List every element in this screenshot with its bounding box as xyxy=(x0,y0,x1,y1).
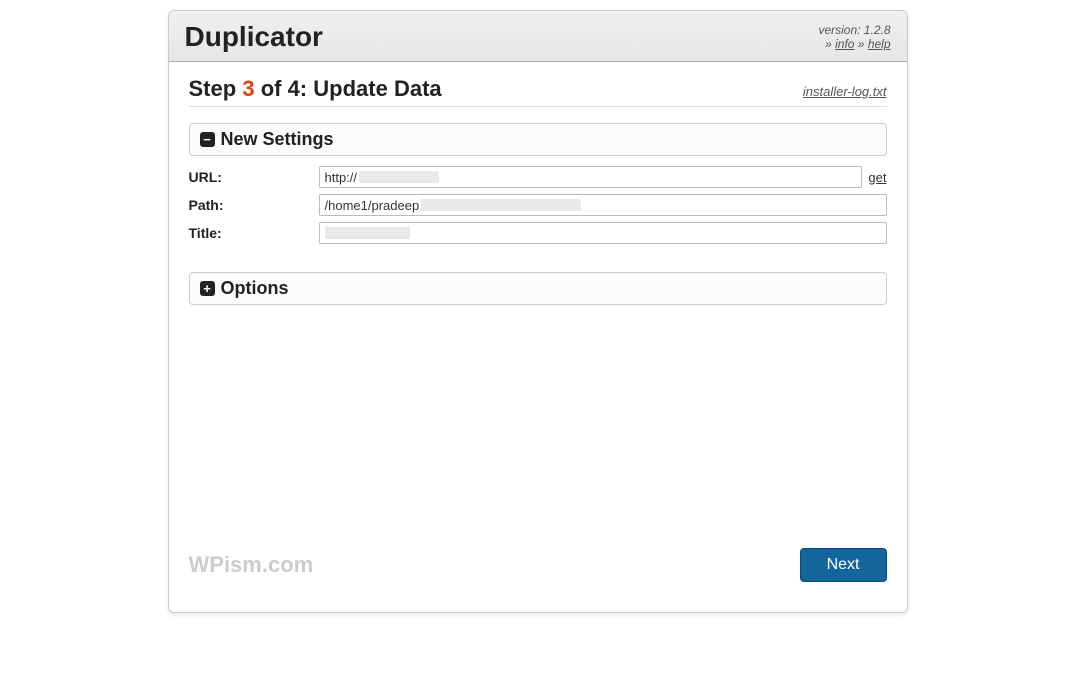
installer-container: Duplicator version: 1.2.8 » info » help … xyxy=(168,10,908,613)
installer-log-link[interactable]: installer-log.txt xyxy=(803,84,887,99)
content: Step 3 of 4: Update Data installer-log.t… xyxy=(169,62,907,612)
options-title: Options xyxy=(221,278,289,299)
version-label: version: 1.2.8 xyxy=(818,23,890,37)
new-settings-title: New Settings xyxy=(221,129,334,150)
path-redacted xyxy=(421,199,581,211)
header: Duplicator version: 1.2.8 » info » help xyxy=(169,11,907,62)
url-redacted xyxy=(359,171,439,183)
path-input[interactable]: /home1/pradeep xyxy=(319,194,887,216)
step-prefix: Step xyxy=(189,76,237,101)
footer: WPism.com Next xyxy=(189,548,887,582)
title-row: Title: xyxy=(189,222,887,244)
options-panel-header[interactable]: + Options xyxy=(189,272,887,305)
header-meta: version: 1.2.8 » info » help xyxy=(818,23,890,51)
url-row: URL: http:// get xyxy=(189,166,887,188)
step-middle: of 4: xyxy=(261,76,307,101)
header-links: » info » help xyxy=(818,37,890,51)
step-header: Step 3 of 4: Update Data installer-log.t… xyxy=(189,76,887,107)
new-settings-panel-header[interactable]: − New Settings xyxy=(189,123,887,156)
minus-icon: − xyxy=(200,132,215,147)
path-prefix: /home1/pradeep xyxy=(325,198,420,213)
info-link[interactable]: info xyxy=(835,37,854,51)
plus-icon: + xyxy=(200,281,215,296)
url-label: URL: xyxy=(189,169,319,185)
new-settings-form: URL: http:// get Path: /home1/pradeep xyxy=(189,166,887,244)
watermark: WPism.com xyxy=(189,552,314,578)
title-redacted xyxy=(325,227,410,239)
path-row: Path: /home1/pradeep xyxy=(189,194,887,216)
url-input[interactable]: http:// xyxy=(319,166,863,188)
title-input[interactable] xyxy=(319,222,887,244)
step-number: 3 xyxy=(242,76,254,101)
app-title: Duplicator xyxy=(185,21,323,53)
url-prefix: http:// xyxy=(325,170,358,185)
next-button[interactable]: Next xyxy=(800,548,887,582)
help-link[interactable]: help xyxy=(868,37,891,51)
step-title: Step 3 of 4: Update Data xyxy=(189,76,442,102)
path-label: Path: xyxy=(189,197,319,213)
step-name: Update Data xyxy=(313,76,441,101)
title-label: Title: xyxy=(189,225,319,241)
get-link[interactable]: get xyxy=(868,170,886,185)
